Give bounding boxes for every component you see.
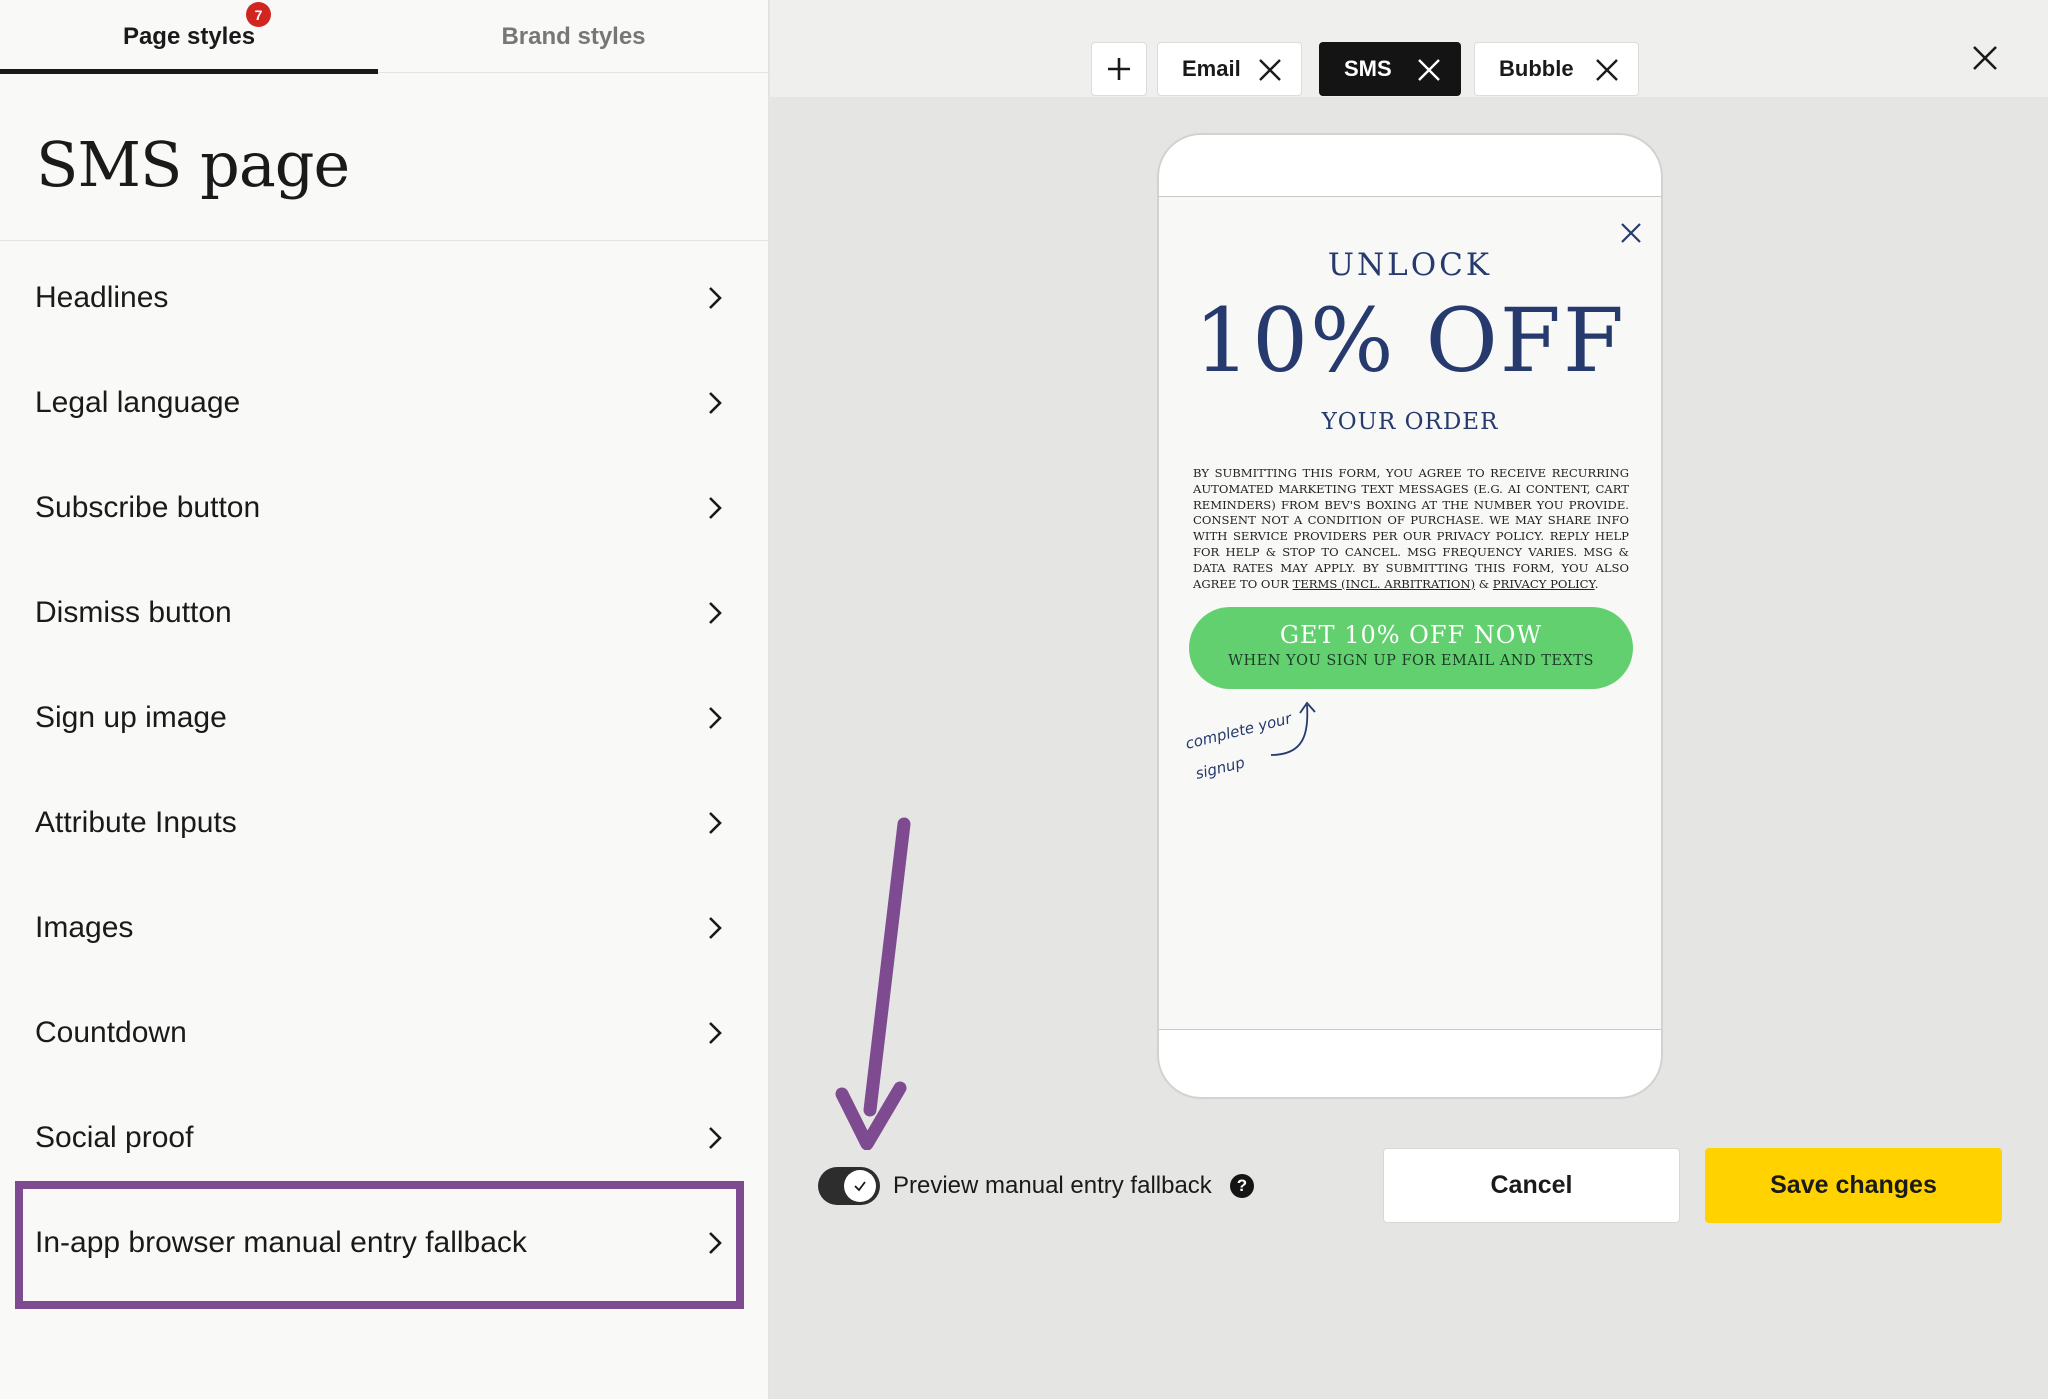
chevron-right-icon: [709, 496, 722, 519]
menu-item-label: Images: [35, 910, 134, 944]
legal-ampersand: &: [1478, 576, 1490, 591]
popup-legal-text: By submitting this form, you agree to re…: [1193, 466, 1629, 591]
menu-item-label: Headlines: [35, 280, 169, 314]
menu-item-countdown[interactable]: Countdown: [0, 980, 769, 1085]
preview-toolbar: Email SMS Bubble: [770, 0, 2048, 97]
tab-email[interactable]: Email: [1157, 42, 1302, 96]
divider: [0, 240, 769, 241]
menu-item-label: Legal language: [35, 385, 241, 419]
menu-item-subscribe-button[interactable]: Subscribe button: [0, 455, 769, 560]
style-tabs: Page styles 7 Brand styles: [0, 0, 769, 74]
popup-headline: 10% OFF: [1194, 289, 1626, 392]
tab-sms-label: SMS: [1344, 56, 1392, 81]
legal-body: By submitting this form, you agree to re…: [1193, 466, 1629, 591]
close-editor-icon[interactable]: [1971, 44, 1999, 72]
menu-item-label: Attribute Inputs: [35, 805, 237, 839]
plus-icon: [1108, 58, 1130, 80]
menu-item-label: Countdown: [35, 1015, 187, 1049]
chevron-right-icon: [709, 811, 722, 834]
handwritten-line1: complete your: [1185, 709, 1294, 753]
menu-item-label: Dismiss button: [35, 595, 232, 629]
check-icon: [854, 1181, 866, 1192]
arrow-annotation-icon: [835, 817, 911, 1150]
chevron-right-icon: [709, 1126, 722, 1149]
menu-item-dismiss-button[interactable]: Dismiss button: [0, 560, 769, 665]
style-sidebar: Page styles 7 Brand styles SMS page Head…: [0, 0, 769, 1399]
add-preview-button[interactable]: [1091, 42, 1147, 96]
chevron-right-icon: [709, 391, 722, 414]
help-icon[interactable]: ?: [1230, 1174, 1254, 1198]
toggle-knob: [844, 1170, 876, 1202]
preview-fallback-toggle[interactable]: [818, 1167, 880, 1205]
tab-email-label: Email: [1182, 56, 1241, 81]
menu-item-sign-up-image[interactable]: Sign up image: [0, 665, 769, 770]
privacy-link[interactable]: Privacy Policy: [1493, 577, 1595, 591]
chevron-right-icon: [709, 1021, 722, 1044]
menu-item-legal-language[interactable]: Legal language: [0, 350, 769, 455]
notification-badge: 7: [246, 2, 271, 27]
menu-item-images[interactable]: Images: [0, 875, 769, 980]
chevron-right-icon: [709, 916, 722, 939]
phone-bottom-bar: [1159, 1029, 1661, 1030]
handwritten-line2: signup: [1194, 753, 1247, 783]
tab-bubble[interactable]: Bubble: [1474, 42, 1639, 96]
popup-close-icon[interactable]: [1619, 221, 1643, 245]
tab-page-styles-label: Page styles: [122, 22, 256, 50]
menu-item-attribute-inputs[interactable]: Attribute Inputs: [0, 770, 769, 875]
menu-item-label: Social proof: [35, 1120, 194, 1154]
tab-bubble-label: Bubble: [1499, 56, 1574, 81]
tab-brand-styles-label: Brand styles: [501, 22, 646, 50]
get-offer-button[interactable]: GET 10% OFF NOW WHEN YOU SIGN UP FOR EMA…: [1189, 607, 1633, 689]
cancel-button[interactable]: Cancel: [1383, 1148, 1680, 1223]
tab-brand-styles[interactable]: Brand styles: [378, 0, 769, 73]
cta-main-label: GET 10% OFF NOW: [1279, 621, 1543, 649]
cta-sub-label: WHEN YOU SIGN UP FOR EMAIL AND TEXTS: [1228, 653, 1594, 669]
menu-item-label: Subscribe button: [35, 490, 261, 524]
close-icon[interactable]: [1594, 57, 1620, 83]
menu-item-social-proof[interactable]: Social proof: [0, 1085, 769, 1190]
tab-page-styles[interactable]: Page styles 7: [0, 0, 378, 74]
close-icon[interactable]: [1416, 57, 1442, 83]
page-title: SMS page: [36, 128, 350, 201]
terms-link[interactable]: Terms (incl. arbitration): [1293, 577, 1476, 591]
handwritten-annotation: complete your signup: [1185, 701, 1316, 783]
sms-popup: UNLOCK 10% OFF YOUR ORDER By submitting …: [1159, 197, 1661, 1029]
chevron-right-icon: [709, 601, 722, 624]
chevron-right-icon: [709, 706, 722, 729]
chevron-right-icon: [709, 286, 722, 309]
popup-kicker: UNLOCK: [1327, 247, 1493, 283]
menu-item-headlines[interactable]: Headlines: [0, 245, 769, 350]
highlight-annotation-box: [15, 1181, 744, 1309]
phone-preview: UNLOCK 10% OFF YOUR ORDER By submitting …: [1157, 133, 1663, 1099]
popup-subheadline: YOUR ORDER: [1321, 409, 1499, 435]
close-icon[interactable]: [1257, 57, 1283, 83]
tab-sms[interactable]: SMS: [1319, 42, 1461, 96]
menu-item-label: Sign up image: [35, 700, 227, 734]
save-changes-button[interactable]: Save changes: [1705, 1148, 2002, 1223]
toggle-label: Preview manual entry fallback: [893, 1172, 1212, 1199]
